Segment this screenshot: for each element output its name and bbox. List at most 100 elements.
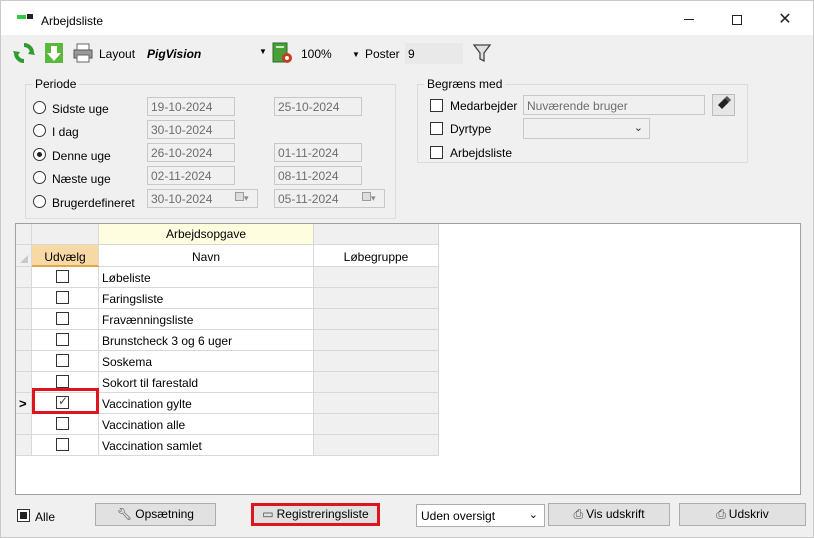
report-settings-icon[interactable] [271, 42, 293, 64]
medarbejder-checkbox[interactable] [430, 99, 443, 112]
band-header-arbejdsopgave: Arbejdsopgave [99, 224, 314, 245]
radio-button[interactable] [33, 195, 46, 208]
calendar-dropdown-icon[interactable]: ▾ [362, 192, 382, 205]
lobegruppe-cell[interactable] [314, 351, 439, 372]
radio-button[interactable] [33, 171, 46, 184]
maximize-button[interactable] [722, 9, 752, 31]
register-list-icon: ▭ [262, 507, 274, 521]
from-date-brugerdefineret[interactable]: 30-10-2024 ▾ [147, 189, 258, 208]
navn-cell[interactable]: Soskema [99, 351, 314, 372]
from-date-sidste-uge: 19-10-2024 [147, 97, 235, 116]
zoom-value[interactable]: 100% [301, 47, 332, 61]
dyrtype-checkbox[interactable] [430, 122, 443, 135]
lobegruppe-cell[interactable] [314, 435, 439, 456]
pick-user-button[interactable] [712, 94, 735, 116]
dropdown-arrow-icon: ▼ [259, 47, 267, 56]
app-icon [17, 14, 33, 20]
lobegruppe-cell[interactable] [314, 372, 439, 393]
to-date-naeste-uge: 08-11-2024 [274, 166, 362, 185]
current-row-arrow-icon: > [19, 396, 27, 411]
lobegruppe-cell[interactable] [314, 309, 439, 330]
layout-dropdown[interactable]: PigVision ▼ [145, 43, 269, 64]
begraens-title: Begræns med [424, 77, 506, 91]
udskriv-button[interactable]: ⎙ Udskriv [679, 503, 806, 526]
corner-cell [16, 224, 32, 245]
radio-button[interactable] [33, 101, 46, 114]
navn-cell[interactable]: Sokort til farestald [99, 372, 314, 393]
udvaelg-cell[interactable] [32, 267, 99, 288]
alle-checkbox[interactable] [17, 509, 30, 522]
window-title: Arbejdsliste [41, 14, 104, 28]
lobegruppe-cell[interactable] [314, 267, 439, 288]
column-header-lobegruppe[interactable]: Løbegruppe [314, 245, 439, 267]
row-indicator[interactable] [16, 372, 32, 393]
navn-cell[interactable]: Faringsliste [99, 288, 314, 309]
udvaelg-checkbox[interactable] [56, 438, 69, 451]
poster-count: 9 [405, 43, 463, 64]
navn-cell[interactable]: Løbeliste [99, 267, 314, 288]
download-arrow-icon[interactable] [43, 42, 65, 64]
udvaelg-cell[interactable] [32, 288, 99, 309]
udvaelg-cell[interactable] [32, 330, 99, 351]
from-date-denne-uge: 26-10-2024 [147, 143, 235, 162]
print-icon[interactable] [72, 42, 94, 64]
row-indicator[interactable] [16, 435, 32, 456]
zoom-dropdown-arrow-icon[interactable]: ▼ [352, 50, 360, 59]
band-spacer-right [314, 224, 439, 245]
title-bar: Arbejdsliste ✕ [1, 1, 813, 35]
printer-icon: ⎙ [716, 507, 726, 521]
radio-button-selected[interactable] [33, 148, 46, 161]
navn-cell[interactable]: Fravænningsliste [99, 309, 314, 330]
udvaelg-checkbox[interactable] [56, 270, 69, 283]
udvaelg-checkbox[interactable] [56, 291, 69, 304]
close-button[interactable]: ✕ [770, 9, 800, 31]
udvaelg-checkbox[interactable] [56, 312, 69, 325]
oversigt-dropdown[interactable]: Uden oversigt ⌄ [416, 504, 545, 527]
calendar-dropdown-icon[interactable]: ▾ [235, 192, 255, 205]
refresh-icon[interactable] [13, 42, 35, 64]
dyrtype-dropdown[interactable]: ⌄ [523, 118, 650, 139]
arbejdsliste-checkbox[interactable] [430, 146, 443, 159]
column-header-navn[interactable]: Navn [99, 245, 314, 267]
lobegruppe-cell[interactable] [314, 288, 439, 309]
toolbar: Layout PigVision ▼ 100% ▼ Poster 9 [1, 36, 813, 70]
opsaetning-button[interactable]: 🔧︎ Opsætning [95, 503, 216, 526]
lobegruppe-cell[interactable] [314, 414, 439, 435]
arbejdsliste-window: Arbejdsliste ✕ Layout PigVision ▼ 100% ▼… [0, 0, 814, 538]
to-date-sidste-uge: 25-10-2024 [274, 97, 362, 116]
registreringsliste-button[interactable]: ▭ Registreringsliste [251, 503, 380, 526]
to-date-denne-uge: 01-11-2024 [274, 143, 362, 162]
minimize-button[interactable] [674, 9, 704, 31]
udvaelg-checkbox[interactable] [56, 354, 69, 367]
row-indicator[interactable] [16, 267, 32, 288]
udvaelg-cell[interactable] [32, 435, 99, 456]
udvaelg-checkbox[interactable] [56, 333, 69, 346]
to-date-brugerdefineret[interactable]: 05-11-2024 ▾ [274, 189, 385, 208]
navn-cell[interactable]: Vaccination alle [99, 414, 314, 435]
navn-cell[interactable]: Brunstcheck 3 og 6 uger [99, 330, 314, 351]
lobegruppe-cell[interactable] [314, 330, 439, 351]
chevron-down-icon: ⌄ [633, 122, 643, 134]
navn-cell[interactable]: Vaccination samlet [99, 435, 314, 456]
vis-udskrift-button[interactable]: ⎙ Vis udskrift [548, 503, 670, 526]
filter-icon[interactable] [471, 42, 493, 64]
udvaelg-cell[interactable] [32, 351, 99, 372]
udvaelg-cell[interactable] [32, 414, 99, 435]
row-indicator[interactable] [16, 288, 32, 309]
periode-group: Periode Sidste uge 19-10-2024 25-10-2024… [25, 77, 396, 219]
row-indicator[interactable] [16, 351, 32, 372]
udvaelg-cell[interactable] [32, 309, 99, 330]
lobegruppe-cell[interactable] [314, 393, 439, 414]
alle-label: Alle [35, 510, 56, 524]
arbejdsliste-label: Arbejdsliste [450, 146, 513, 160]
radio-button[interactable] [33, 124, 46, 137]
row-indicator[interactable]: > [16, 393, 32, 414]
udvaelg-checkbox[interactable] [56, 375, 69, 388]
column-header-udvaelg[interactable]: Udvælg [32, 245, 99, 267]
navn-cell[interactable]: Vaccination gylte [99, 393, 314, 414]
udvaelg-checkbox[interactable] [56, 417, 69, 430]
row-indicator[interactable] [16, 330, 32, 351]
row-indicator[interactable] [16, 414, 32, 435]
band-spacer [32, 224, 99, 245]
row-indicator[interactable] [16, 309, 32, 330]
